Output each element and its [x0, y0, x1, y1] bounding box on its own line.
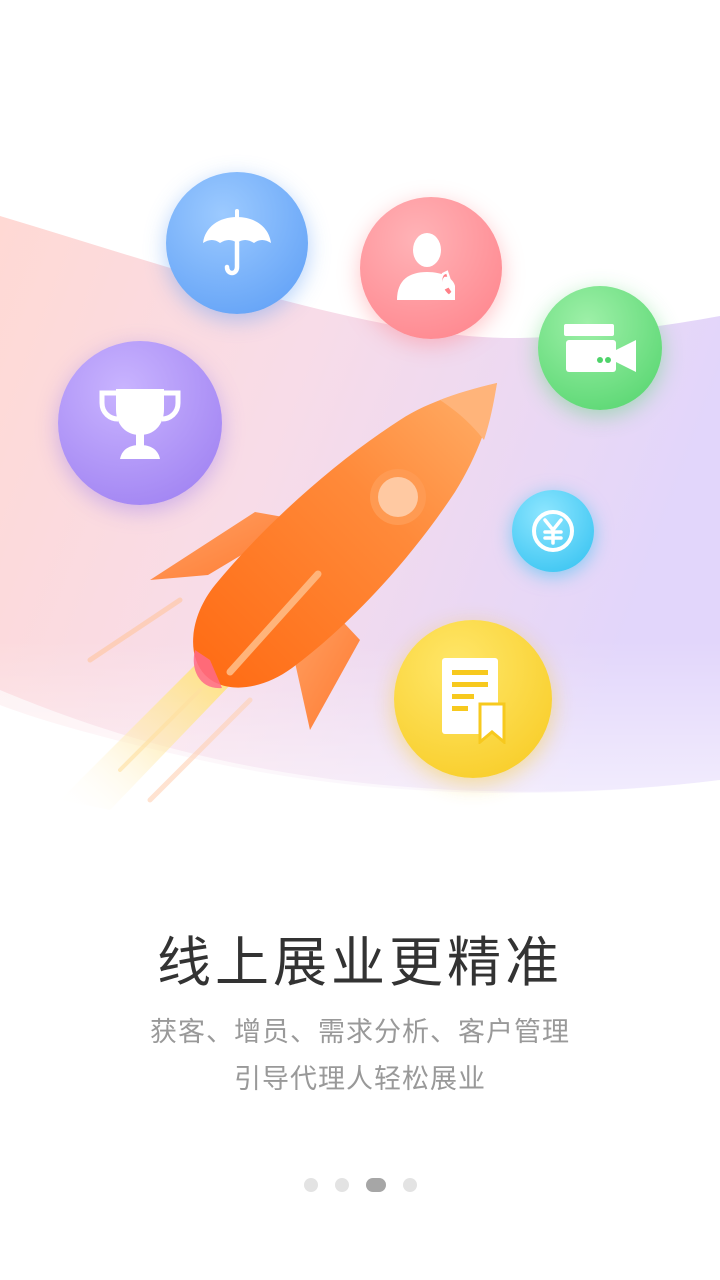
- subtitle-line-2: 引导代理人轻松展业: [234, 1064, 486, 1095]
- trophy-icon: [99, 389, 181, 459]
- video-card-icon: [564, 324, 636, 372]
- page-indicator[interactable]: [0, 1177, 720, 1193]
- yen-bubble: [512, 490, 594, 572]
- document-bookmark-icon: [442, 658, 506, 744]
- video-bubble: [538, 286, 662, 410]
- page-title: 线上展业更精准: [157, 931, 563, 994]
- trophy-bubble: [58, 341, 222, 505]
- contact-phone-icon: [397, 233, 455, 300]
- page-dot-3[interactable]: [365, 1178, 386, 1192]
- umbrella-icon: [203, 209, 271, 276]
- hero-illustration: [0, 0, 720, 900]
- document-bubble: [394, 620, 552, 778]
- page-dot-4[interactable]: [402, 1178, 417, 1192]
- subtitle-line-1: 获客、增员、需求分析、客户管理: [150, 1017, 570, 1048]
- yen-coin-icon: [532, 510, 574, 552]
- umbrella-bubble: [166, 172, 308, 314]
- page-dot-2[interactable]: [334, 1178, 349, 1192]
- page-dot-1[interactable]: [303, 1178, 318, 1192]
- contact-bubble: [360, 197, 502, 339]
